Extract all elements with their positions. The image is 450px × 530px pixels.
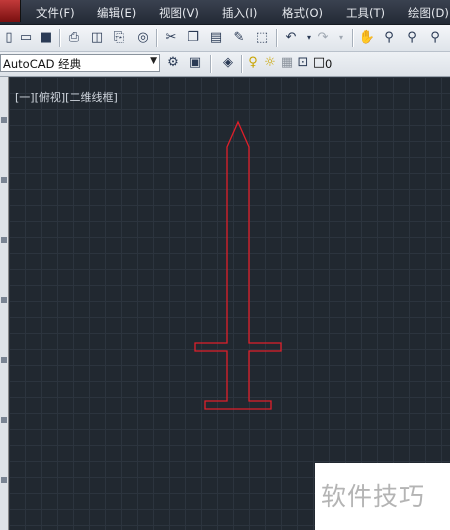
3d-dwf-icon[interactable]: ◎ [134,29,152,47]
open-folder-icon[interactable]: ▭ [17,29,35,47]
tool-marker[interactable] [1,177,7,183]
menu-format[interactable]: 格式(O) [282,5,323,21]
new-file-icon[interactable]: ▯ [0,29,18,47]
zoom-window-icon[interactable]: ⚲ [403,29,421,47]
tool-marker[interactable] [1,297,7,303]
publish-icon[interactable]: ⎘ [110,29,128,47]
plot-icon[interactable]: ⎙ [65,29,83,47]
tool-marker[interactable] [1,417,7,423]
toolbar-separator [210,55,212,73]
menu-insert[interactable]: 插入(I) [222,5,257,21]
current-layer-name[interactable]: 0 [325,57,332,71]
workspace-settings-icon[interactable]: ⚙ [164,54,182,72]
layer-states-icon[interactable]: ◈ [219,54,237,72]
paste-icon[interactable]: ▤ [207,29,225,47]
block-editor-icon[interactable]: ⬚ [253,29,271,47]
menu-view[interactable]: 视图(V) [159,5,199,21]
sword-outline[interactable] [194,120,282,410]
clean-screen-icon[interactable]: ▣ [186,54,204,72]
watermark-text: 软件技巧 [321,482,426,511]
redo-dropdown-icon[interactable]: ▾ [332,29,350,47]
toolbar-separator [276,29,278,47]
menu-draw[interactable]: 绘图(D) [408,5,449,21]
bulb-on-icon[interactable]: ♀ [244,54,262,72]
toolbar-separator [241,55,243,73]
tool-marker[interactable] [1,117,7,123]
undo-icon[interactable]: ↶ [282,29,300,47]
workspace-layers-toolbar: AutoCAD 经典 ▼ ⚙ ▣ ◈ ♀ ☼ ▦ ⊡ □ 0 [0,52,450,77]
tool-marker[interactable] [1,477,7,483]
menu-tools[interactable]: 工具(T) [346,5,385,21]
workspace-dropdown-value: AutoCAD 经典 [3,57,82,71]
zoom-previous-icon[interactable]: ⚲ [426,29,444,47]
tool-marker[interactable] [1,237,7,243]
copy-icon[interactable]: ❐ [184,29,202,47]
menu-bar: 文件(F) 编辑(E) 视图(V) 插入(I) 格式(O) 工具(T) 绘图(D… [0,0,450,25]
toolbar-separator [59,29,61,47]
toolbar-separator [352,29,354,47]
standard-toolbar: ▯ ▭ ■ ⎙ ◫ ⎘ ◎ ✂ ❐ ▤ ✎ ⬚ ↶ ▾ ↷ ▾ ✋ ⚲ ⚲ ⚲ [0,25,450,52]
watermark: 软件技巧 [315,463,450,530]
application-menu-button[interactable] [0,0,21,22]
pan-icon[interactable]: ✋ [358,29,376,47]
save-icon[interactable]: ■ [37,29,55,47]
redo-icon[interactable]: ↷ [314,29,332,47]
left-tool-strip [0,77,9,530]
toolbar-separator [156,29,158,47]
menu-edit[interactable]: 编辑(E) [97,5,136,21]
sun-icon[interactable]: ☼ [261,54,279,72]
cut-icon[interactable]: ✂ [162,29,180,47]
plot-preview-icon[interactable]: ◫ [88,29,106,47]
menu-file[interactable]: 文件(F) [36,5,75,21]
chevron-down-icon: ▼ [150,56,157,66]
tool-marker[interactable] [1,357,7,363]
workspace-dropdown[interactable]: AutoCAD 经典 ▼ [0,54,160,72]
match-properties-icon[interactable]: ✎ [230,29,248,47]
zoom-realtime-icon[interactable]: ⚲ [380,29,398,47]
